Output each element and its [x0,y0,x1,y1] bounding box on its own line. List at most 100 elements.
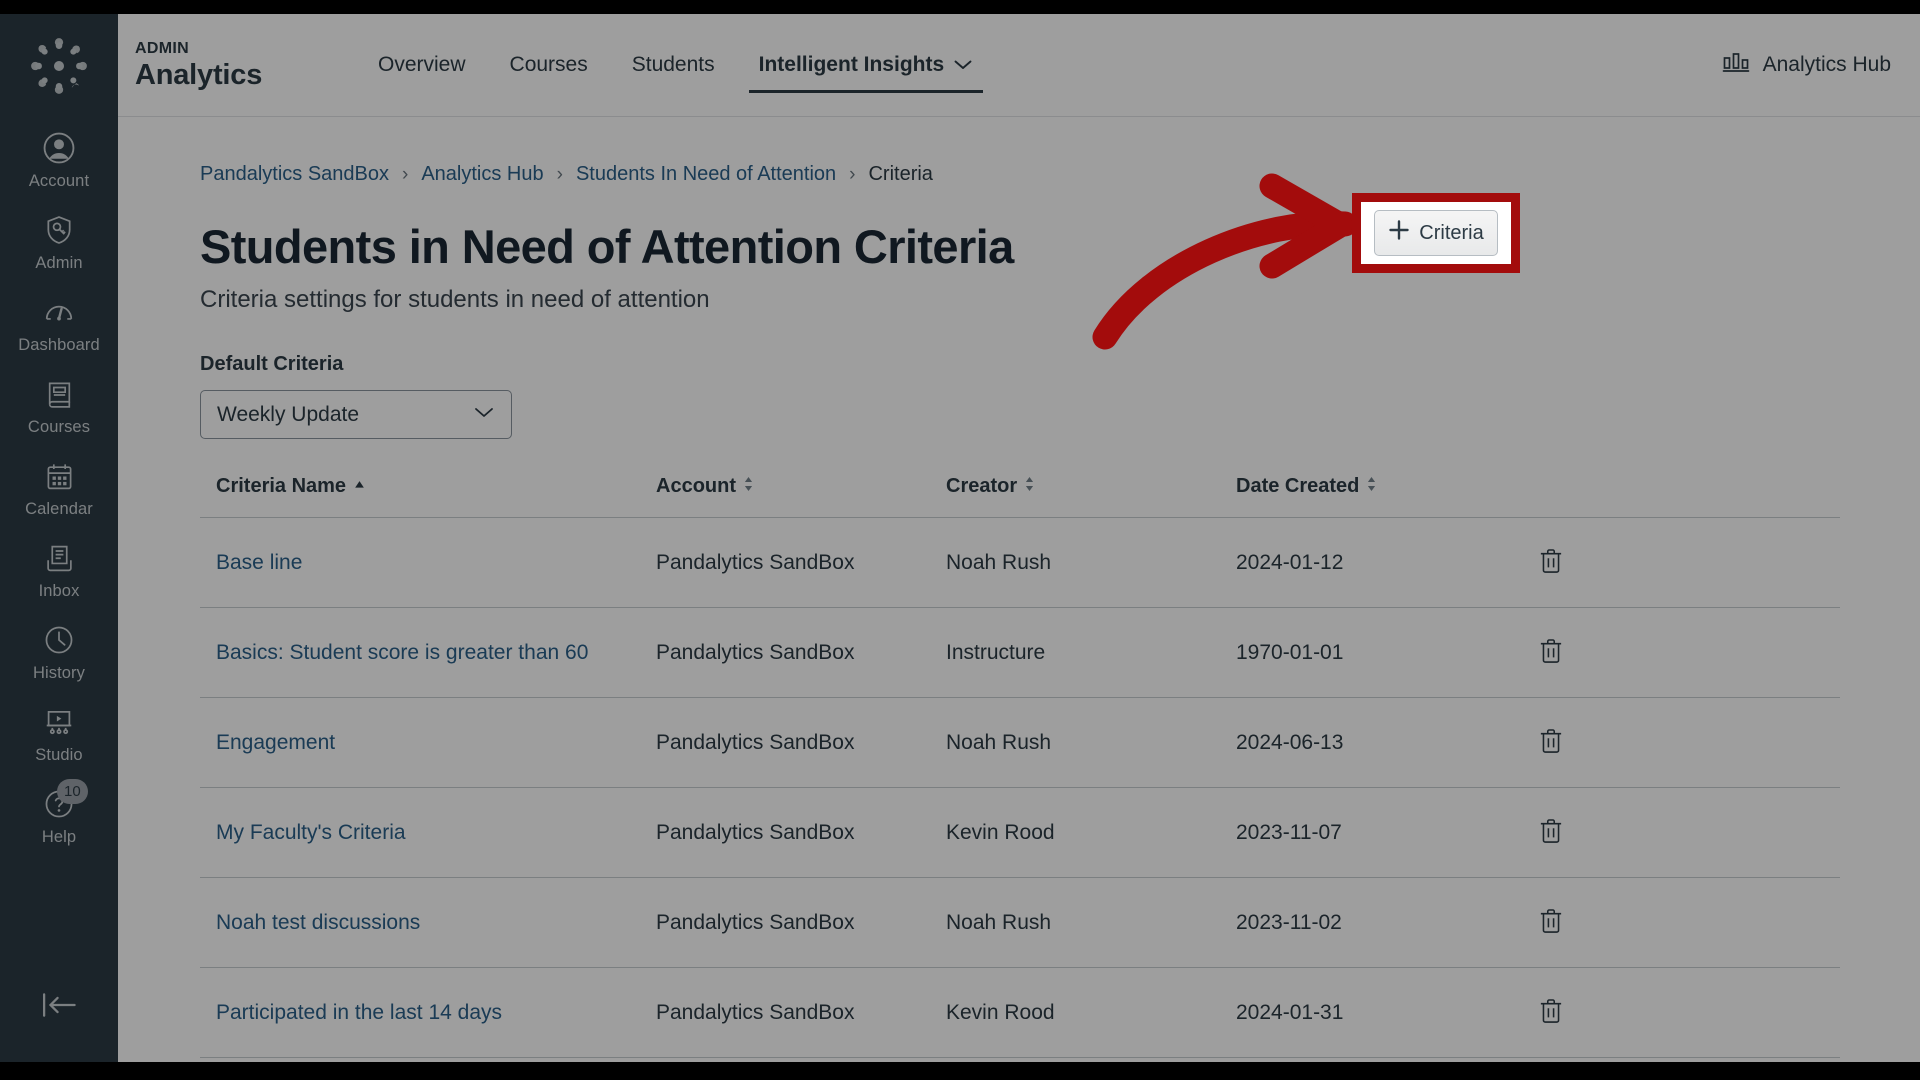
column-header-actions [1520,475,1840,518]
column-header-creator[interactable]: Creator [930,475,1220,518]
inbox-tray-icon [40,539,78,577]
table-row: Spring 2024 SINOA Pandalytics SandBox Ke… [200,1057,1840,1062]
cell-creator: Kevin Rood [930,967,1220,1058]
cell-date-created: 1970-01-01 [1220,607,1520,698]
sidebar-item-label: Inbox [38,582,80,600]
main-content: Pandalytics SandBox › Analytics Hub › St… [118,117,1920,1062]
criteria-link[interactable]: Base line [216,551,302,574]
sidebar-item-label: Help [41,828,77,846]
tab-intelligent-insights[interactable]: Intelligent Insights [737,14,996,117]
sidebar-item-courses[interactable]: Courses [0,364,118,446]
cell-creator: Noah Rush [930,697,1220,788]
breadcrumb-item-current: Criteria [868,163,933,185]
cell-criteria-name: My Faculty's Criteria [200,787,640,878]
sort-asc-icon [353,475,366,498]
brand: ADMIN Analytics [135,39,320,92]
breadcrumb-item-analytics-hub[interactable]: Analytics Hub [421,163,543,186]
cell-account: Pandalytics SandBox [640,697,930,788]
chevron-right-icon: › [849,163,856,185]
analytics-hub-link[interactable]: Analytics Hub [1722,50,1891,80]
sidebar-item-calendar[interactable]: Calendar [0,446,118,528]
sidebar-item-label: Dashboard [18,336,100,354]
cell-account: Pandalytics SandBox [640,1057,930,1062]
breadcrumb-item-sinoa[interactable]: Students In Need of Attention [576,163,836,186]
cell-creator: Noah Rush [930,877,1220,968]
column-header-account[interactable]: Account [640,475,930,518]
calendar-icon [40,457,78,495]
top-navigation: Overview Courses Students Intelligent In… [356,14,995,117]
table-row: Basics: Student score is greater than 60… [200,607,1840,698]
cell-actions [1520,1057,1840,1062]
screenshot-viewport: Account Admin Dashboard Courses Calendar… [0,0,1920,1080]
tab-overview[interactable]: Overview [356,14,488,117]
sidebar-item-history[interactable]: History [0,610,118,692]
page-subtitle: Criteria settings for students in need o… [200,286,710,313]
cell-account: Pandalytics SandBox [640,607,930,698]
cell-account: Pandalytics SandBox [640,967,930,1058]
trash-icon[interactable] [1536,545,1566,577]
table-row: My Faculty's Criteria Pandalytics SandBo… [200,787,1840,878]
trash-icon[interactable] [1536,815,1566,847]
analytics-hub-label: Analytics Hub [1762,53,1891,76]
column-header-criteria-name[interactable]: Criteria Name [200,475,640,518]
criteria-link[interactable]: Noah test discussions [216,911,420,934]
plus-icon [1388,219,1410,247]
sidebar-item-label: Courses [27,418,91,436]
tab-students[interactable]: Students [610,14,737,117]
criteria-link[interactable]: Participated in the last 14 days [216,1001,502,1024]
criteria-link[interactable]: Basics: Student score is greater than 60 [216,641,588,664]
default-criteria-label: Default Criteria [200,353,344,375]
cell-date-created: 2024-06-13 [1220,697,1520,788]
sidebar-item-label: Calendar [25,500,93,518]
cell-criteria-name: Noah test discussions [200,877,640,968]
sidebar-item-label: History [32,664,86,682]
collapse-left-icon[interactable] [0,988,118,1022]
global-navigation: Account Admin Dashboard Courses Calendar… [0,14,118,1062]
shield-key-icon [40,211,78,249]
criteria-link[interactable]: My Faculty's Criteria [216,821,406,844]
sidebar-item-help[interactable]: 10 Help [0,774,118,856]
help-badge: 10 [57,779,88,804]
tab-label: Intelligent Insights [758,53,945,76]
criteria-table-body: Base line Pandalytics SandBox Noah Rush … [200,517,1840,1062]
sidebar-item-dashboard[interactable]: Dashboard [0,282,118,364]
chevron-down-icon [953,53,973,77]
trash-icon[interactable] [1536,635,1566,667]
column-label: Account [656,475,736,497]
add-criteria-button[interactable]: Criteria [1374,210,1498,256]
chevron-right-icon: › [556,163,563,185]
cell-account: Pandalytics SandBox [640,517,930,608]
cell-date-created: 2024-01-12 [1220,517,1520,608]
trash-icon[interactable] [1536,995,1566,1027]
tab-courses[interactable]: Courses [488,14,610,117]
cell-actions [1520,967,1840,1058]
default-criteria-value: Weekly Update [217,402,360,426]
sidebar-item-admin[interactable]: Admin [0,200,118,282]
breadcrumb-item-account[interactable]: Pandalytics SandBox [200,163,389,186]
page-title: Students in Need of Attention Criteria [200,220,1014,273]
canvas-logo-icon[interactable] [0,14,118,118]
tab-label: Overview [378,53,466,76]
trash-icon[interactable] [1536,905,1566,937]
sidebar-item-label: Admin [35,254,83,272]
breadcrumb: Pandalytics SandBox › Analytics Hub › St… [200,117,1880,186]
sidebar-item-studio[interactable]: Studio [0,692,118,774]
cell-creator: Kevin Rood [930,787,1220,878]
bar-chart-icon [1722,50,1750,80]
user-avatar-icon [40,129,78,167]
sidebar-item-inbox[interactable]: Inbox [0,528,118,610]
tab-label: Students [631,53,715,76]
criteria-link[interactable]: Engagement [216,731,335,754]
table-header-row: Criteria Name Account Creator Date Creat… [200,475,1840,518]
cell-creator: Noah Rush [930,517,1220,608]
table-row: Engagement Pandalytics SandBox Noah Rush… [200,697,1840,788]
column-header-date-created[interactable]: Date Created [1220,475,1520,518]
cell-date-created: 2023-11-02 [1220,877,1520,968]
sidebar-item-account[interactable]: Account [0,118,118,200]
studio-screen-icon [40,703,78,741]
trash-icon[interactable] [1536,725,1566,757]
sort-none-icon [743,475,754,498]
default-criteria-select[interactable]: Weekly Update [200,390,512,439]
cell-account: Pandalytics SandBox [640,787,930,878]
table-row: Base line Pandalytics SandBox Noah Rush … [200,517,1840,608]
